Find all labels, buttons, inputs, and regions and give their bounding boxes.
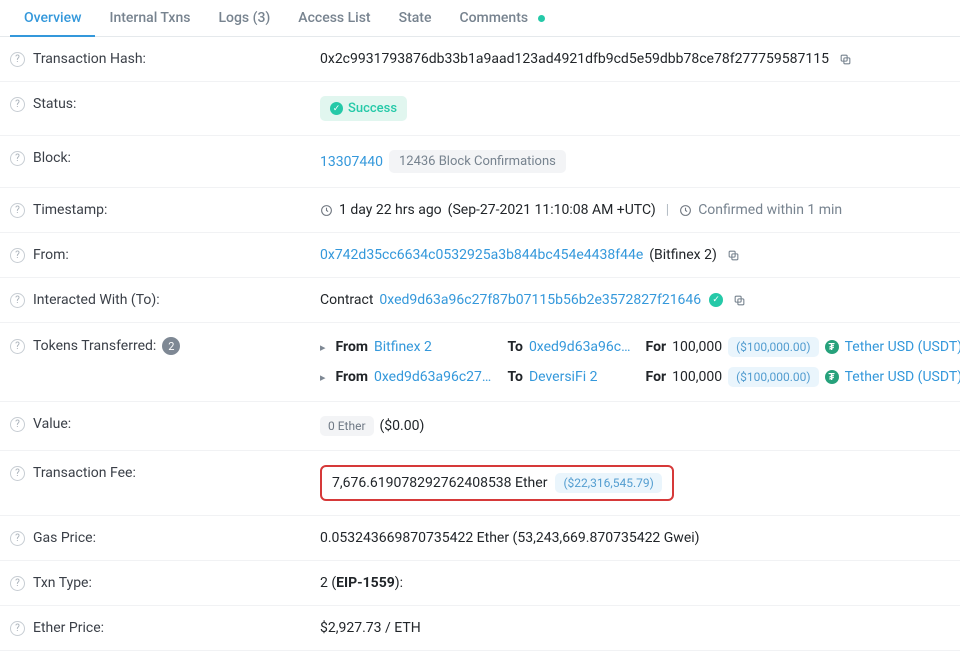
row-value: ? Value: 0 Ether ($0.00): [0, 402, 960, 451]
transfer-to-link[interactable]: 0xed9d63a96c27f…: [529, 339, 638, 355]
tab-comments[interactable]: Comments: [445, 0, 558, 36]
row-block: ? Block: 13307440 12436 Block Confirmati…: [0, 136, 960, 188]
label-from: From:: [33, 247, 69, 263]
row-txtype: ? Txn Type: 2 (EIP-1559):: [0, 561, 960, 606]
txfee-eth: 7,676.619078292762408538 Ether: [332, 475, 547, 491]
to-prefix: Contract: [320, 292, 373, 308]
help-icon[interactable]: ?: [10, 248, 25, 263]
transfer-from-link[interactable]: 0xed9d63a96c27f…: [374, 369, 492, 385]
status-badge: ✓ Success: [320, 96, 407, 121]
row-from: ? From: 0x742d35cc6634c0532925a3b844bc45…: [0, 233, 960, 278]
row-txfee: ? Transaction Fee: 7,676.619078292762408…: [0, 451, 960, 516]
txfee-usd-pill: ($22,316,545.79): [555, 473, 661, 493]
label-txfee: Transaction Fee:: [33, 465, 136, 481]
value-eth-pill: 0 Ether: [320, 416, 374, 436]
transfer-token-link[interactable]: Tether USD (USDT): [845, 339, 960, 355]
transfer-usd-pill: ($100,000.00): [728, 367, 819, 387]
txtype-value: 2 (EIP-1559):: [320, 575, 403, 591]
caret-icon[interactable]: ▸: [320, 341, 326, 354]
transfer-usd-pill: ($100,000.00): [728, 337, 819, 357]
help-icon[interactable]: ?: [10, 576, 25, 591]
row-to: ? Interacted With (To): Contract 0xed9d6…: [0, 278, 960, 323]
help-icon[interactable]: ?: [10, 151, 25, 166]
timestamp-absolute: (Sep-27-2021 11:10:08 AM +UTC): [448, 202, 656, 218]
transfer-row: ▸ From 0xed9d63a96c27f… To DeversiFi 2 F…: [320, 367, 960, 387]
label-value: Value:: [33, 416, 71, 432]
row-timestamp: ? Timestamp: 1 day 22 hrs ago (Sep-27-20…: [0, 188, 960, 233]
copy-icon[interactable]: [733, 294, 746, 307]
help-icon[interactable]: ?: [10, 466, 25, 481]
label-block: Block:: [33, 150, 71, 166]
txfee-highlight: 7,676.619078292762408538 Ether ($22,316,…: [320, 465, 674, 501]
transfer-token-link[interactable]: Tether USD (USDT): [845, 369, 960, 385]
tether-icon: ₮: [825, 340, 839, 354]
transfer-amount: 100,000: [672, 369, 722, 385]
to-address-link[interactable]: 0xed9d63a96c27f87b07115b56b2e3572827f216…: [379, 292, 701, 308]
transfer-for-label: For: [646, 339, 667, 355]
tokens-count-badge: 2: [162, 337, 180, 355]
help-icon[interactable]: ?: [10, 417, 25, 432]
row-gasprice: ? Gas Price: 0.053243669870735422 Ether …: [0, 516, 960, 561]
block-link[interactable]: 13307440: [320, 154, 383, 170]
label-txhash: Transaction Hash:: [33, 51, 146, 67]
label-etherprice: Ether Price:: [33, 620, 104, 636]
tab-overview[interactable]: Overview: [10, 0, 95, 36]
help-icon[interactable]: ?: [10, 621, 25, 636]
check-icon: ✓: [330, 102, 343, 115]
label-to: Interacted With (To):: [33, 292, 160, 308]
row-status: ? Status: ✓ Success: [0, 82, 960, 136]
transfer-amount: 100,000: [672, 339, 722, 355]
status-text: Success: [348, 101, 397, 116]
value-gasprice: 0.053243669870735422 Ether (53,243,669.8…: [320, 530, 700, 546]
tether-icon: ₮: [825, 370, 839, 384]
help-icon[interactable]: ?: [10, 293, 25, 308]
transfer-row: ▸ From Bitfinex 2 To 0xed9d63a96c27f… Fo…: [320, 337, 960, 357]
verified-icon: ✓: [709, 293, 723, 307]
help-icon[interactable]: ?: [10, 97, 25, 112]
details-panel: ? Transaction Hash: 0x2c9931793876db33b1…: [0, 37, 960, 651]
transfer-for-label: For: [646, 369, 667, 385]
label-timestamp: Timestamp:: [33, 202, 107, 218]
tab-access-list[interactable]: Access List: [284, 0, 384, 36]
help-icon[interactable]: ?: [10, 52, 25, 67]
label-gasprice: Gas Price:: [33, 530, 96, 546]
transfer-to-label: To: [508, 339, 523, 355]
from-address-link[interactable]: 0x742d35cc6634c0532925a3b844bc454e4438f4…: [320, 247, 643, 263]
label-status: Status:: [33, 96, 76, 112]
tab-internal-txns[interactable]: Internal Txns: [95, 0, 204, 36]
value-usd: ($0.00): [380, 418, 425, 434]
block-confirmations: 12436 Block Confirmations: [389, 150, 566, 173]
transfer-to-link[interactable]: DeversiFi 2: [529, 369, 598, 385]
timestamp-confirmed: Confirmed within 1 min: [698, 202, 842, 218]
tab-comments-label: Comments: [459, 10, 528, 26]
value-txhash: 0x2c9931793876db33b1a9aad123ad4921dfb9cd…: [320, 51, 829, 67]
row-txhash: ? Transaction Hash: 0x2c9931793876db33b1…: [0, 37, 960, 82]
value-etherprice: $2,927.73 / ETH: [320, 620, 421, 636]
tab-logs[interactable]: Logs (3): [204, 0, 284, 36]
help-icon[interactable]: ?: [10, 531, 25, 546]
copy-icon[interactable]: [839, 53, 852, 66]
timestamp-relative: 1 day 22 hrs ago: [339, 202, 442, 218]
label-tokens: Tokens Transferred:: [33, 338, 156, 354]
clock-icon: [320, 204, 333, 217]
help-icon[interactable]: ?: [10, 203, 25, 218]
tab-state[interactable]: State: [385, 0, 446, 36]
from-address-label: (Bitfinex 2): [649, 247, 717, 263]
transfer-from-label: From: [336, 339, 368, 355]
row-tokens-transferred: ? Tokens Transferred: 2 ▸ From Bitfinex …: [0, 323, 960, 402]
copy-icon[interactable]: [727, 249, 740, 262]
clock-icon: [679, 204, 692, 217]
separator: |: [666, 202, 669, 218]
comments-indicator-dot: [538, 15, 545, 22]
transfer-from-link[interactable]: Bitfinex 2: [374, 339, 432, 355]
transfer-from-label: From: [336, 369, 368, 385]
row-etherprice: ? Ether Price: $2,927.73 / ETH: [0, 606, 960, 651]
caret-icon[interactable]: ▸: [320, 371, 326, 384]
transfer-to-label: To: [508, 369, 523, 385]
label-txtype: Txn Type:: [33, 575, 92, 591]
help-icon[interactable]: ?: [10, 339, 25, 354]
tabs: Overview Internal Txns Logs (3) Access L…: [0, 0, 960, 37]
